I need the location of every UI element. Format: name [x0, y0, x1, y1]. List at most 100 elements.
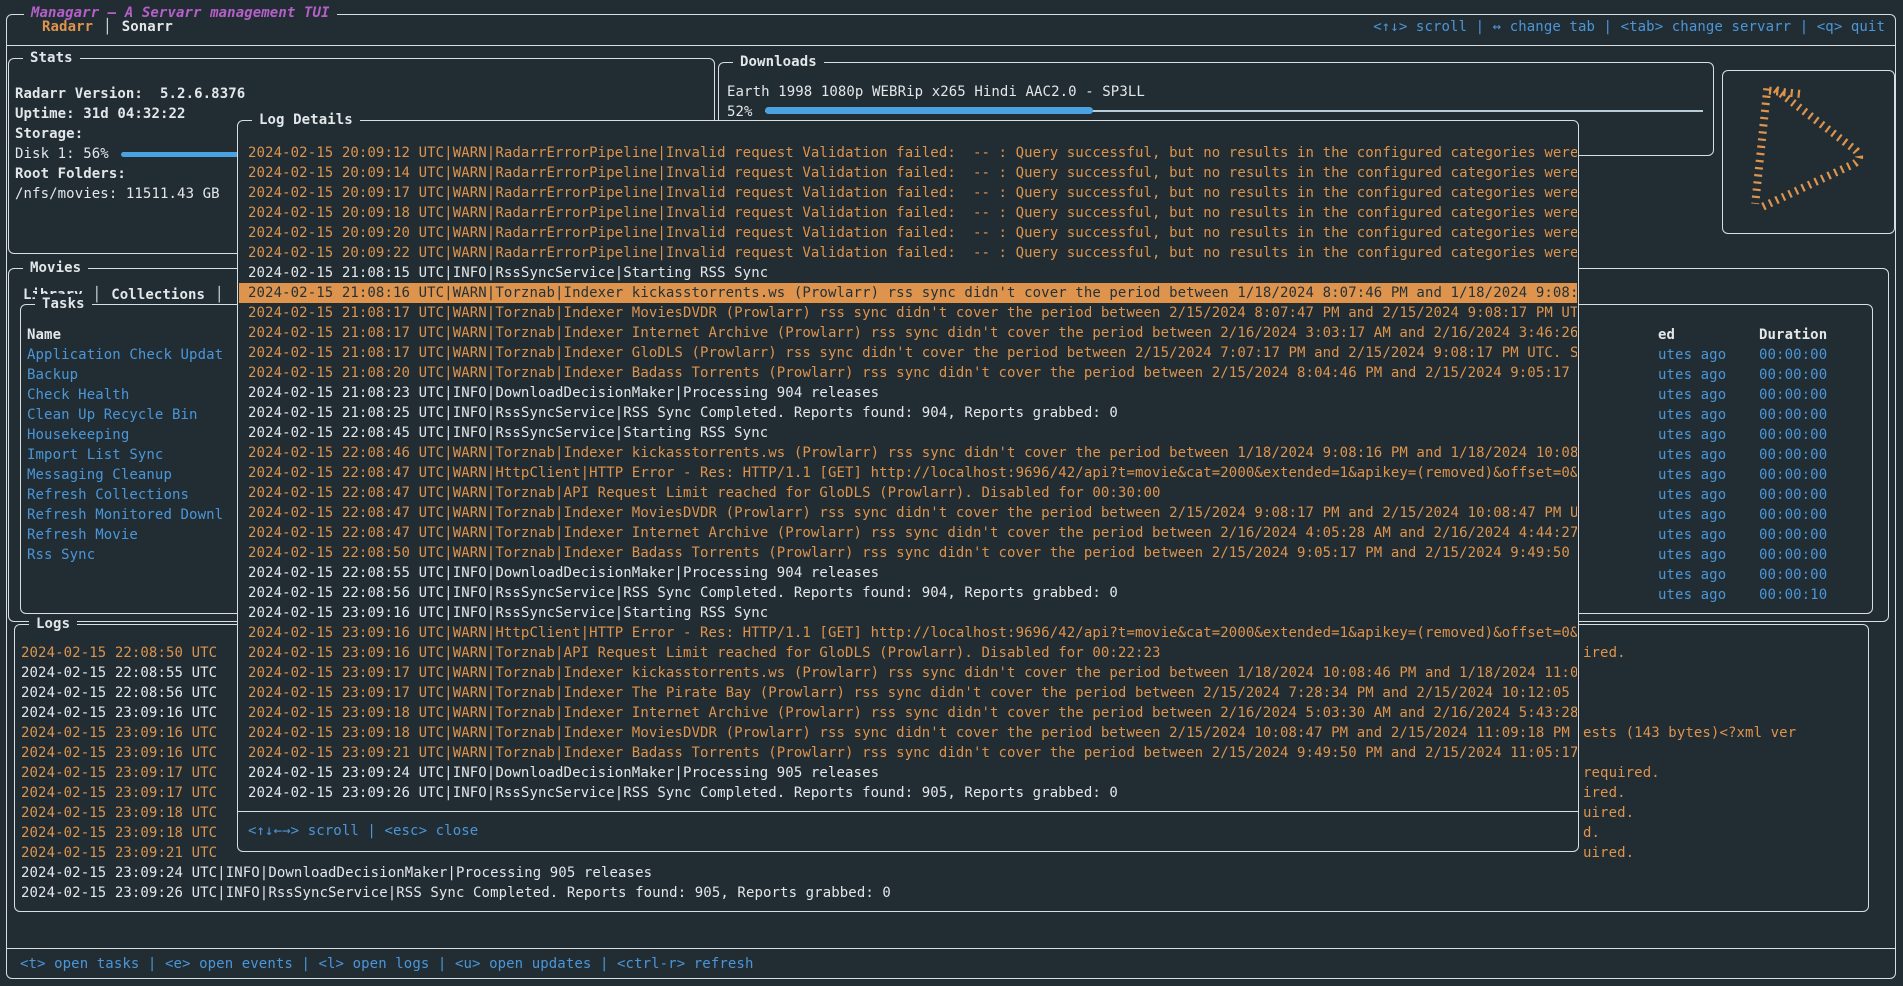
task-row-name[interactable]: Check Health	[27, 385, 129, 405]
log-entry[interactable]: 2024-02-15 22:08:50 UTC	[21, 643, 217, 663]
task-row-name[interactable]: Housekeeping	[27, 425, 129, 445]
log-detail-line[interactable]: 2024-02-15 20:09:17 UTC|WARN|RadarrError…	[239, 183, 1577, 203]
log-detail-line[interactable]: 2024-02-15 20:09:14 UTC|WARN|RadarrError…	[239, 163, 1577, 183]
log-entry-tail-fragment: uired.	[1583, 803, 1634, 823]
log-details-modal-title: Log Details	[252, 110, 360, 130]
task-row-queued: utes ago	[1658, 345, 1726, 365]
tasks-name-header: Name	[27, 325, 61, 345]
log-detail-line[interactable]: 2024-02-15 20:09:18 UTC|WARN|RadarrError…	[239, 203, 1577, 223]
movies-tab-collections[interactable]: Collections	[111, 285, 205, 305]
task-row-name[interactable]: Backup	[27, 365, 78, 385]
log-detail-line[interactable]: 2024-02-15 20:09:12 UTC|WARN|RadarrError…	[239, 143, 1577, 163]
log-detail-line[interactable]: 2024-02-15 22:08:45 UTC|INFO|RssSyncServ…	[239, 423, 1577, 443]
log-detail-line[interactable]: 2024-02-15 21:08:25 UTC|INFO|RssSyncServ…	[239, 403, 1577, 423]
log-detail-line[interactable]: 2024-02-15 21:08:17 UTC|WARN|Torznab|Ind…	[239, 323, 1577, 343]
task-row-duration: 00:00:00	[1759, 505, 1827, 525]
log-entry[interactable]: 2024-02-15 23:09:26 UTC|INFO|RssSyncServ…	[21, 883, 891, 903]
task-row-name[interactable]: Clean Up Recycle Bin	[27, 405, 198, 425]
task-row-duration: 00:00:00	[1759, 365, 1827, 385]
task-row-name[interactable]: Refresh Monitored Downl	[27, 505, 223, 525]
log-detail-line[interactable]: 2024-02-15 22:08:47 UTC|WARN|HttpClient|…	[239, 463, 1577, 483]
log-detail-line[interactable]: 2024-02-15 22:08:47 UTC|WARN|Torznab|Ind…	[239, 523, 1577, 543]
log-entry[interactable]: 2024-02-15 23:09:17 UTC	[21, 783, 217, 803]
task-row-queued: utes ago	[1658, 545, 1726, 565]
tab-separator: │	[93, 17, 122, 37]
download-percent-label: 52%	[727, 102, 753, 122]
log-entry[interactable]: 2024-02-15 23:09:16 UTC	[21, 743, 217, 763]
task-row-queued: utes ago	[1658, 445, 1726, 465]
log-entry[interactable]: 2024-02-15 23:09:24 UTC|INFO|DownloadDec…	[21, 863, 652, 883]
log-detail-line[interactable]: 2024-02-15 22:08:50 UTC|WARN|Torznab|Ind…	[239, 543, 1577, 563]
log-detail-line[interactable]: 2024-02-15 23:09:18 UTC|WARN|Torznab|Ind…	[239, 723, 1577, 743]
log-entry-tail-fragment: required.	[1583, 763, 1660, 783]
log-detail-line[interactable]: 2024-02-15 22:08:47 UTC|WARN|Torznab|API…	[239, 483, 1577, 503]
log-detail-line[interactable]: 2024-02-15 23:09:16 UTC|INFO|RssSyncServ…	[239, 603, 1577, 623]
tasks-duration-header: Duration	[1759, 325, 1827, 345]
modal-footer-divider	[238, 811, 1578, 812]
log-entry-tail-fragment: ests (143 bytes)<?xml ver	[1583, 723, 1796, 743]
log-detail-line[interactable]: 2024-02-15 23:09:18 UTC|WARN|Torznab|Ind…	[239, 703, 1577, 723]
log-detail-line[interactable]: 2024-02-15 22:08:47 UTC|WARN|Torznab|Ind…	[239, 503, 1577, 523]
log-entry-tail-fragment: uired.	[1583, 843, 1634, 863]
download-progress-fill	[765, 107, 1093, 114]
tasks-panel-title: Tasks	[35, 294, 92, 314]
log-entry[interactable]: 2024-02-15 23:09:16 UTC	[21, 723, 217, 743]
log-entry[interactable]: 2024-02-15 23:09:18 UTC	[21, 823, 217, 843]
footer-divider-line	[7, 948, 1895, 949]
log-detail-line[interactable]: 2024-02-15 23:09:26 UTC|INFO|RssSyncServ…	[239, 783, 1577, 803]
log-detail-line[interactable]: 2024-02-15 21:08:17 UTC|WARN|Torznab|Ind…	[239, 303, 1577, 323]
task-row-queued: utes ago	[1658, 485, 1726, 505]
task-row-name[interactable]: Refresh Collections	[27, 485, 189, 505]
task-row-name[interactable]: Messaging Cleanup	[27, 465, 172, 485]
stats-line: Storage:	[15, 124, 83, 144]
radarr-dotted-play-logo	[1733, 81, 1883, 221]
log-detail-line[interactable]: 2024-02-15 22:08:46 UTC|WARN|Torznab|Ind…	[239, 443, 1577, 463]
log-detail-line[interactable]: 2024-02-15 23:09:16 UTC|WARN|Torznab|API…	[239, 643, 1577, 663]
tab-sonarr[interactable]: Sonarr	[122, 17, 173, 37]
task-row-name[interactable]: Application Check Updat	[27, 345, 223, 365]
task-row-name[interactable]: Refresh Movie	[27, 525, 138, 545]
log-entry[interactable]: 2024-02-15 23:09:21 UTC	[21, 843, 217, 863]
logs-panel-title: Logs	[29, 614, 77, 634]
tab-radarr[interactable]: Radarr	[42, 17, 93, 37]
log-detail-line[interactable]: 2024-02-15 23:09:24 UTC|INFO|DownloadDec…	[239, 763, 1577, 783]
log-entry[interactable]: 2024-02-15 23:09:16 UTC	[21, 703, 217, 723]
download-item-title: Earth 1998 1080p WEBRip x265 Hindi AAC2.…	[727, 82, 1145, 102]
task-row-name[interactable]: Rss Sync	[27, 545, 95, 565]
task-row-queued: utes ago	[1658, 505, 1726, 525]
log-detail-line[interactable]: 2024-02-15 23:09:21 UTC|WARN|Torznab|Ind…	[239, 743, 1577, 763]
log-detail-line[interactable]: 2024-02-15 20:09:22 UTC|WARN|RadarrError…	[239, 243, 1577, 263]
task-row-name[interactable]: Import List Sync	[27, 445, 163, 465]
log-detail-line[interactable]: 2024-02-15 22:08:56 UTC|INFO|RssSyncServ…	[239, 583, 1577, 603]
task-row-queued: utes ago	[1658, 405, 1726, 425]
stats-line: Uptime: 31d 04:32:22	[15, 104, 186, 124]
log-detail-line-selected[interactable]: 2024-02-15 21:08:16 UTC|WARN|Torznab|Ind…	[239, 283, 1577, 303]
log-detail-line[interactable]: 2024-02-15 21:08:17 UTC|WARN|Torznab|Ind…	[239, 343, 1577, 363]
task-row-duration: 00:00:00	[1759, 545, 1827, 565]
task-row-queued: utes ago	[1658, 425, 1726, 445]
log-entry[interactable]: 2024-02-15 23:09:18 UTC	[21, 803, 217, 823]
log-detail-line[interactable]: 2024-02-15 21:08:20 UTC|WARN|Torznab|Ind…	[239, 363, 1577, 383]
task-row-duration: 00:00:00	[1759, 405, 1827, 425]
movies-panel-title: Movies	[23, 258, 88, 278]
servarr-tabbar: Radarr│Sonarr	[42, 17, 173, 37]
log-detail-line[interactable]: 2024-02-15 21:08:15 UTC|INFO|RssSyncServ…	[239, 263, 1577, 283]
log-entry[interactable]: 2024-02-15 22:08:56 UTC	[21, 683, 217, 703]
stats-line: Radarr Version: 5.2.6.8376	[15, 84, 245, 104]
log-entry[interactable]: 2024-02-15 23:09:17 UTC	[21, 763, 217, 783]
stats-line: /nfs/movies: 11511.43 GB	[15, 184, 220, 204]
download-progress-bar	[765, 107, 1703, 115]
log-detail-line[interactable]: 2024-02-15 22:08:55 UTC|INFO|DownloadDec…	[239, 563, 1577, 583]
log-detail-line[interactable]: 2024-02-15 20:09:20 UTC|WARN|RadarrError…	[239, 223, 1577, 243]
log-detail-line[interactable]: 2024-02-15 23:09:17 UTC|WARN|Torznab|Ind…	[239, 683, 1577, 703]
log-detail-line[interactable]: 2024-02-15 23:09:16 UTC|WARN|HttpClient|…	[239, 623, 1577, 643]
task-row-duration: 00:00:00	[1759, 345, 1827, 365]
stats-line: Root Folders:	[15, 164, 126, 184]
stats-line: Disk 1: 56%	[15, 144, 109, 164]
log-entry[interactable]: 2024-02-15 22:08:55 UTC	[21, 663, 217, 683]
task-row-duration: 00:00:00	[1759, 485, 1827, 505]
log-detail-line[interactable]: 2024-02-15 23:09:17 UTC|WARN|Torznab|Ind…	[239, 663, 1577, 683]
log-detail-line[interactable]: 2024-02-15 21:08:23 UTC|INFO|DownloadDec…	[239, 383, 1577, 403]
log-entry-tail-fragment: ired.	[1583, 643, 1626, 663]
log-details-modal[interactable]: Log Details 2024-02-15 20:09:12 UTC|WARN…	[237, 120, 1579, 852]
